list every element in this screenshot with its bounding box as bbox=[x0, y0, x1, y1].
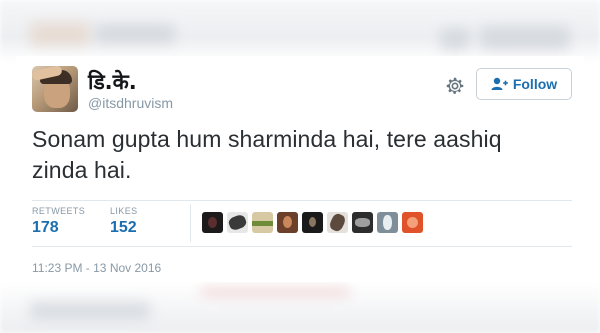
stats-vertical-divider bbox=[190, 204, 191, 242]
add-user-icon bbox=[491, 77, 508, 90]
blurred-background-top bbox=[0, 0, 600, 62]
liker-avatar[interactable] bbox=[202, 212, 223, 233]
follow-button-label: Follow bbox=[512, 76, 558, 92]
liker-avatar[interactable] bbox=[302, 212, 323, 233]
liker-avatar[interactable] bbox=[402, 212, 423, 233]
retweets-stat[interactable]: RETWEETS 178 bbox=[32, 206, 85, 237]
blurred-background-bottom bbox=[0, 282, 600, 333]
display-name[interactable]: डि.के. bbox=[88, 68, 137, 96]
tweet-text: Sonam gupta hum sharminda hai, tere aash… bbox=[32, 124, 572, 186]
liker-avatar[interactable] bbox=[277, 212, 298, 233]
gear-icon[interactable] bbox=[444, 75, 466, 97]
follow-button[interactable]: Follow bbox=[476, 68, 572, 100]
avatar[interactable] bbox=[32, 66, 78, 112]
retweets-count: 178 bbox=[32, 219, 59, 236]
tweet-text-line: zinda hai. bbox=[32, 157, 132, 183]
stats-bottom-divider bbox=[32, 246, 572, 247]
liker-avatar[interactable] bbox=[352, 212, 373, 233]
liker-avatar[interactable] bbox=[327, 212, 348, 233]
retweets-label: RETWEETS bbox=[32, 206, 86, 216]
user-handle[interactable]: @itsdhruvism bbox=[88, 95, 173, 111]
likers-avatars bbox=[202, 212, 423, 233]
tweet-card: डि.के. @itsdhruvism Follow Sonam gupta h… bbox=[16, 56, 584, 282]
liker-avatar[interactable] bbox=[227, 212, 248, 233]
likes-count: 152 bbox=[110, 219, 137, 236]
likes-stat[interactable]: LIKES 152 bbox=[110, 206, 138, 237]
likes-label: LIKES bbox=[110, 206, 138, 216]
tweet-text-line: Sonam gupta hum sharminda hai, tere aash… bbox=[32, 126, 502, 152]
stats-top-divider bbox=[32, 200, 572, 201]
liker-avatar[interactable] bbox=[377, 212, 398, 233]
tweet-timestamp[interactable]: 11:23 PM - 13 Nov 2016 bbox=[32, 261, 161, 275]
liker-avatar[interactable] bbox=[252, 212, 273, 233]
